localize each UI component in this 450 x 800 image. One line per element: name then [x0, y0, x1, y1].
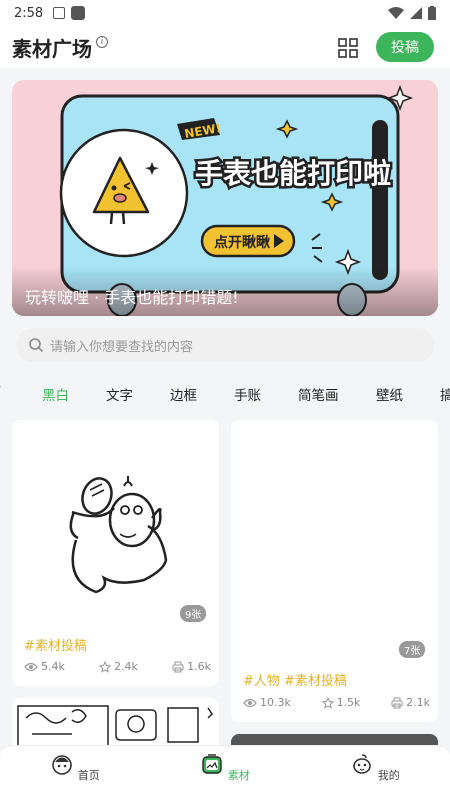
wifi-icon — [388, 7, 404, 19]
star-icon[interactable] — [321, 696, 334, 709]
print-count: 2.1k — [406, 696, 430, 709]
like-count: 2.4k — [114, 660, 138, 673]
tab-border[interactable]: 边框 — [170, 384, 197, 404]
print-count: 1.6k — [187, 660, 211, 673]
printer-icon[interactable] — [172, 661, 184, 673]
promo-banner[interactable]: NEW! 手表也能打印啦 点开瞅瞅 玩转啵哩 · 手表也能打印错题! — [12, 80, 438, 316]
notification-square-icon — [71, 6, 86, 20]
like-count: 1.5k — [336, 696, 361, 709]
tab-funny[interactable]: 搞 — [440, 384, 450, 404]
scroll-left-icon: / — [0, 384, 1, 400]
submit-button[interactable]: 投稿 — [376, 32, 434, 62]
view-count: 5.4k — [41, 660, 65, 673]
image-count-badge: 7张 — [399, 641, 426, 658]
eye-icon — [243, 698, 257, 707]
tab-wallpaper[interactable]: 壁纸 — [376, 384, 403, 404]
card-tags[interactable]: #素材投稿 — [24, 635, 87, 654]
nav-profile[interactable]: 我的 — [345, 752, 405, 783]
tab-sketch[interactable]: 简笔画 — [298, 384, 339, 404]
notification-a-icon — [53, 7, 66, 19]
image-count-badge: 9张 — [180, 605, 207, 622]
signal-icon — [410, 7, 422, 19]
banner-headline: 手表也能打印啦 — [195, 157, 391, 190]
nav-material-label: 素材 — [227, 769, 250, 782]
material-card[interactable]: 9张 #素材投稿 5.4k 2.4k 1.6k — [12, 420, 219, 686]
nav-home[interactable]: 首页 — [45, 752, 105, 783]
material-card[interactable]: 7张 #人物 #素材投稿 10.3k 1.5k 2.1k — [231, 420, 438, 722]
card-illustration — [69, 476, 168, 594]
card-tags[interactable]: #人物 #素材投稿 — [243, 670, 347, 689]
eye-icon — [24, 662, 38, 671]
material-icon — [202, 754, 222, 774]
profile-face-icon — [353, 754, 372, 774]
grid-view-icon[interactable] — [338, 38, 358, 58]
card-illustration — [17, 705, 213, 747]
printer-icon[interactable] — [391, 697, 403, 709]
bottom-nav: 首页 素材 我的 — [0, 745, 450, 800]
home-face-icon — [52, 755, 73, 775]
star-icon[interactable] — [99, 660, 112, 673]
status-time: 2:58 — [14, 5, 44, 21]
info-icon[interactable]: i — [96, 36, 108, 48]
view-count: 10.3k — [260, 696, 291, 709]
search-input[interactable]: 请输入你想要查找的内容 — [16, 328, 434, 362]
status-bar: 2:58 — [0, 0, 450, 26]
card-stats: 10.3k 1.5k 2.1k — [243, 696, 430, 709]
app-header: 素材广场 i 投稿 — [0, 26, 450, 68]
page-title: 素材广场 — [12, 36, 92, 61]
search-icon — [29, 338, 44, 353]
tab-text[interactable]: 文字 — [106, 384, 133, 404]
nav-profile-label: 我的 — [377, 769, 400, 782]
battery-icon — [428, 6, 436, 20]
tab-black-white[interactable]: 黑白 — [42, 384, 69, 404]
banner-caption: 玩转啵哩 · 手表也能打印错题! — [12, 266, 438, 316]
nav-material[interactable]: 素材 — [195, 752, 255, 783]
search-placeholder: 请输入你想要查找的内容 — [50, 339, 194, 355]
banner-cta: 点开瞅瞅 — [214, 234, 270, 251]
nav-home-label: 首页 — [77, 769, 100, 782]
category-tabs: / 黑白 文字 边框 手账 简笔画 壁纸 搞 — [0, 380, 450, 406]
tab-journal[interactable]: 手账 — [234, 384, 261, 404]
card-stats: 5.4k 2.4k 1.6k — [24, 660, 211, 673]
